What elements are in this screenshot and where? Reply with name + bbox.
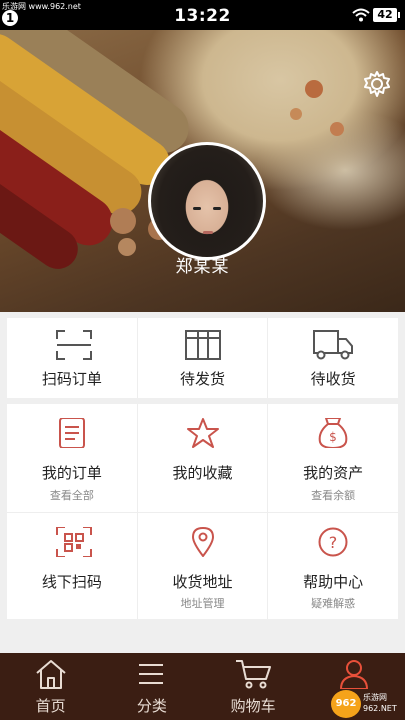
shipping-address-label: 收货地址 [172, 573, 233, 591]
offline-scan-item[interactable]: 线下扫码 [7, 513, 138, 619]
battery-indicator: 42 [373, 8, 400, 22]
status-bar: 乐游网 www.962.net 1 13:22 42 [0, 0, 405, 30]
watermark-line1: 乐游网 [363, 693, 387, 702]
my-favorites-label: 我的收藏 [172, 464, 233, 482]
help-center-label: 帮助中心 [303, 573, 364, 591]
tab-category[interactable]: 分类 [101, 653, 202, 720]
shipping-address-sub: 地址管理 [180, 597, 225, 610]
tab-cart[interactable]: 购物车 [203, 653, 304, 720]
offline-scan-label: 线下扫码 [41, 573, 102, 591]
avatar-detail [203, 231, 213, 234]
avatar-detail [193, 207, 201, 210]
profile-header: 郑某某 [0, 30, 405, 312]
pending-receipt-item[interactable]: 待收货 [268, 318, 398, 398]
money-bag-icon: $ [319, 418, 348, 448]
settings-gear-icon[interactable] [363, 70, 391, 98]
tab-category-label: 分类 [136, 697, 167, 715]
order-list-icon [59, 418, 85, 448]
scan-orders-label: 扫码订单 [41, 370, 102, 388]
home-icon [36, 660, 66, 689]
pending-shipment-item[interactable]: 待发货 [138, 318, 269, 398]
my-assets-sub: 查看余额 [311, 489, 356, 502]
package-icon [184, 330, 221, 360]
cart-icon [235, 660, 271, 689]
svg-text:?: ? [329, 533, 338, 552]
feature-row: 线下扫码 收货地址 地址管理 ? 帮助中心 疑难解惑 [7, 513, 398, 619]
hero-decoration [110, 208, 136, 234]
hero-decoration [305, 80, 323, 98]
username: 郑某某 [175, 257, 230, 277]
hero-decoration [330, 122, 344, 136]
tab-cart-label: 购物车 [230, 697, 276, 715]
scan-icon [56, 330, 92, 360]
help-center-sub: 疑难解惑 [311, 597, 356, 610]
my-orders-item[interactable]: 我的订单 查看全部 [7, 404, 138, 512]
my-assets-item[interactable]: $ 我的资产 查看余额 [268, 404, 398, 512]
watermark-text: 乐游网 962.NET [363, 692, 397, 714]
watermark-line2: 962.NET [363, 704, 397, 713]
truck-icon [313, 330, 354, 360]
hero-decoration [290, 108, 302, 120]
watermark-badge: 962 [331, 690, 361, 718]
my-orders-label: 我的订单 [41, 464, 102, 482]
avatar-detail [213, 207, 221, 210]
tab-home[interactable]: 首页 [0, 653, 101, 720]
my-orders-sub: 查看全部 [49, 489, 94, 502]
qr-scan-icon [56, 527, 92, 557]
tab-home-label: 首页 [35, 697, 66, 715]
pending-shipment-label: 待发货 [180, 370, 226, 388]
svg-text:$: $ [330, 430, 338, 444]
scan-orders-item[interactable]: 扫码订单 [7, 318, 138, 398]
watermark-logo: 962 乐游网 962.NET [331, 690, 403, 718]
user-icon [339, 660, 368, 689]
pending-receipt-label: 待收货 [310, 370, 356, 388]
my-favorites-item[interactable]: 我的收藏 [138, 404, 269, 512]
order-status-row: 扫码订单 待发货 待收货 [7, 318, 398, 398]
status-time: 13:22 [174, 6, 231, 26]
avatar[interactable] [148, 142, 266, 260]
menu-icon [139, 664, 164, 684]
location-pin-icon [191, 527, 214, 557]
wifi-icon [352, 8, 370, 22]
feature-row: 我的订单 查看全部 我的收藏 $ 我的资产 查看余额 [7, 404, 398, 513]
help-icon: ? [318, 527, 348, 557]
help-center-item[interactable]: ? 帮助中心 疑难解惑 [268, 513, 398, 619]
star-icon [186, 418, 219, 448]
my-assets-label: 我的资产 [303, 464, 364, 482]
shipping-address-item[interactable]: 收货地址 地址管理 [138, 513, 269, 619]
